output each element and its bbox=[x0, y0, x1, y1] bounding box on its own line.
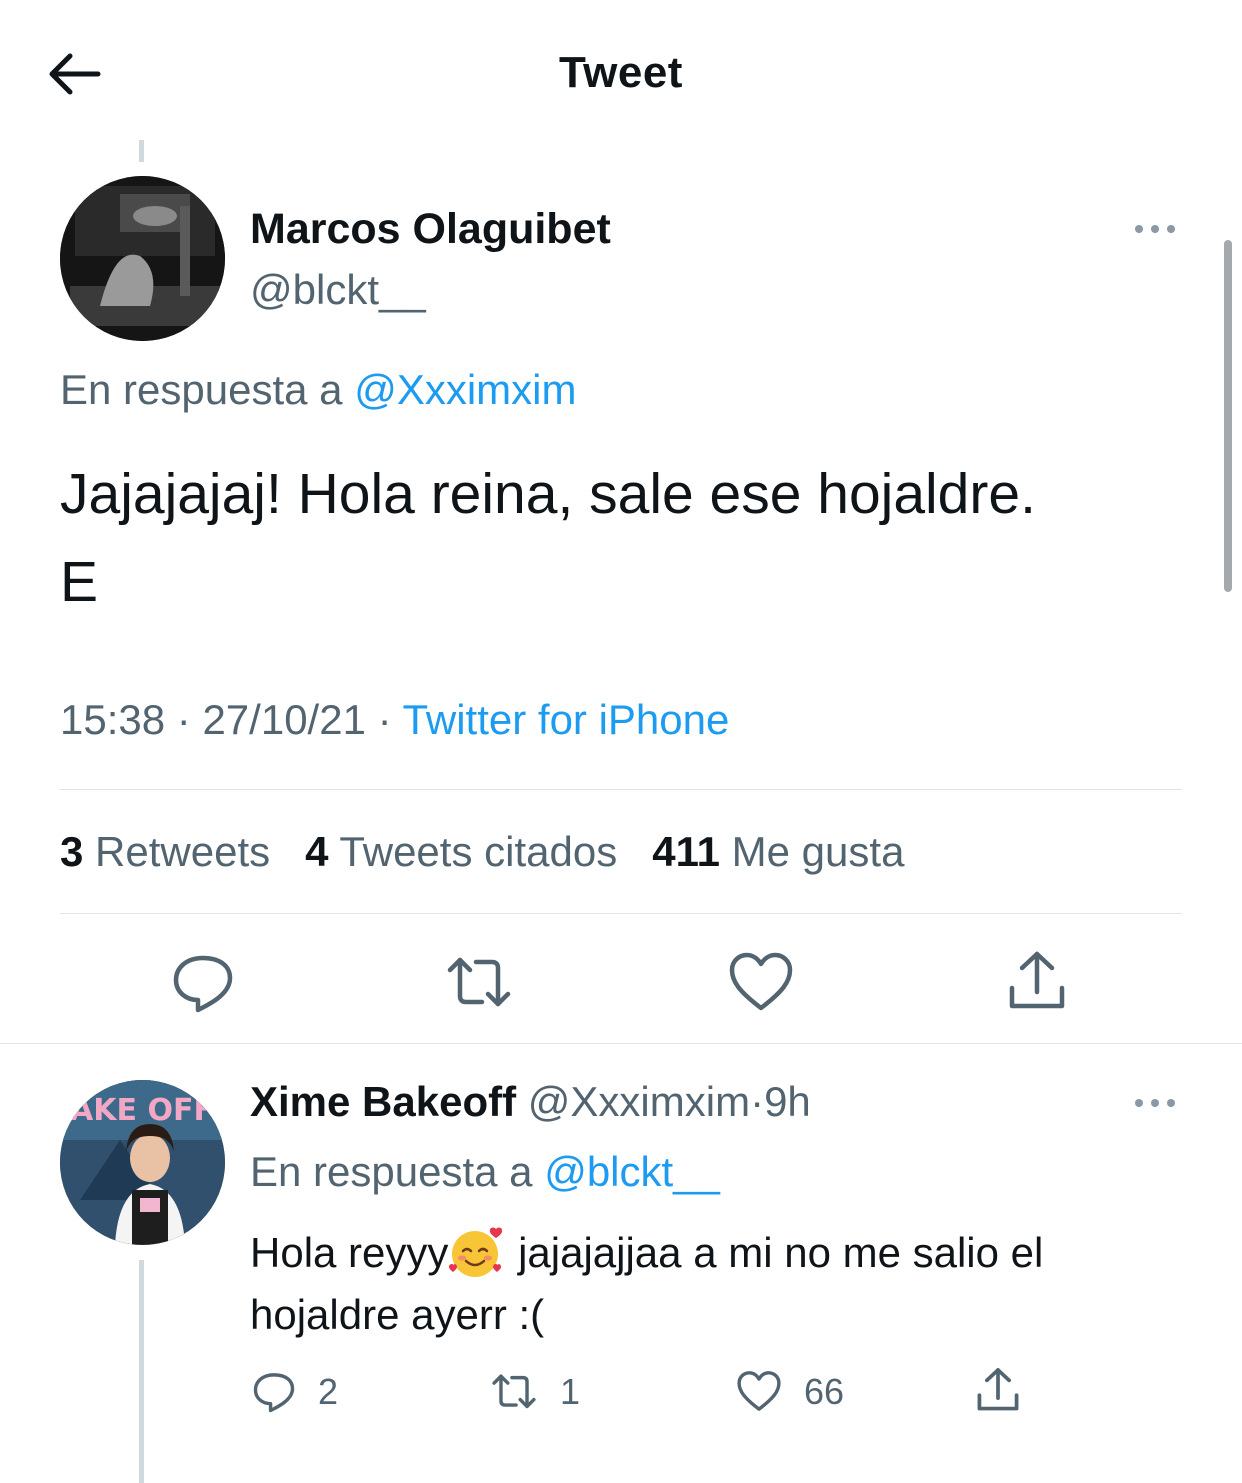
author-handle[interactable]: @blckt__ bbox=[250, 266, 426, 314]
author-name[interactable]: Xime Bakeoff bbox=[250, 1078, 516, 1125]
top-bar: Tweet bbox=[0, 0, 1242, 140]
meta-separator: · bbox=[176, 696, 191, 743]
tweet-text: Jajajajaj! Hola reina, sale ese hojaldre… bbox=[60, 450, 1190, 626]
meta-separator: · bbox=[377, 696, 392, 743]
more-options-icon[interactable] bbox=[1132, 1093, 1178, 1113]
tweet-date: 27/10/21 bbox=[202, 696, 366, 743]
meta-separator: · bbox=[750, 1078, 765, 1125]
avatar[interactable]: AKE OFF bbox=[60, 1080, 225, 1245]
page-title: Tweet bbox=[559, 48, 683, 97]
author-handle[interactable]: @Xxximxim bbox=[528, 1078, 750, 1125]
avatar[interactable] bbox=[60, 176, 225, 341]
author-name[interactable]: Marcos Olaguibet bbox=[250, 205, 611, 254]
divider bbox=[60, 913, 1182, 914]
reply-header: Xime Bakeoff @Xxximxim·9h bbox=[250, 1078, 811, 1126]
share-icon bbox=[977, 1368, 1019, 1411]
tweet-age: 9h bbox=[764, 1078, 811, 1125]
like-button[interactable]: 66 bbox=[734, 1366, 844, 1418]
avatar-badge-text: AKE OFF bbox=[70, 1093, 214, 1128]
reply-icon[interactable] bbox=[168, 948, 238, 1018]
like-heart-icon bbox=[737, 1371, 781, 1411]
tweet-text: Hola reyyy jajajajjaa a mi no me salio e… bbox=[250, 1222, 1190, 1346]
tweet-source-link[interactable]: Twitter for iPhone bbox=[403, 696, 730, 743]
replying-to-label: En respuesta a bbox=[60, 366, 343, 413]
replying-to-handle-link[interactable]: @Xxximxim bbox=[354, 366, 576, 413]
reply-icon bbox=[253, 1373, 295, 1413]
retweet-icon[interactable] bbox=[444, 948, 514, 1018]
like-count: 66 bbox=[804, 1371, 845, 1412]
thread-connector bbox=[139, 1260, 144, 1483]
more-options-icon[interactable] bbox=[1132, 219, 1178, 239]
replying-to: En respuesta a @blckt__ bbox=[250, 1148, 720, 1196]
tweet-text-segment: Hola reyyy bbox=[250, 1229, 449, 1276]
divider bbox=[60, 789, 1182, 790]
replying-to: En respuesta a @Xxximxim bbox=[60, 366, 576, 414]
thread-connector bbox=[139, 140, 144, 162]
smiling-face-with-hearts-icon bbox=[448, 1225, 506, 1279]
like-heart-icon[interactable] bbox=[726, 948, 796, 1018]
replying-to-label: En respuesta a bbox=[250, 1148, 533, 1195]
share-button[interactable] bbox=[972, 1364, 1024, 1416]
divider bbox=[0, 1043, 1242, 1044]
engagement-stats: 3 Retweets 4 Tweets citados 411 Me gusta bbox=[60, 828, 904, 876]
tweet-meta: 15:38 · 27/10/21 · Twitter for iPhone bbox=[60, 696, 729, 744]
retweet-button[interactable]: 1 bbox=[488, 1366, 580, 1418]
tweet-time: 15:38 bbox=[60, 696, 166, 743]
share-icon[interactable] bbox=[1002, 946, 1072, 1016]
reply-count: 2 bbox=[318, 1371, 339, 1412]
retweets-stat[interactable]: 3 Retweets bbox=[60, 828, 270, 875]
scrollbar[interactable] bbox=[1224, 240, 1232, 592]
likes-stat[interactable]: 411 Me gusta bbox=[652, 828, 904, 875]
replying-to-handle-link[interactable]: @blckt__ bbox=[544, 1148, 720, 1195]
tweet-text-line: E bbox=[60, 550, 99, 614]
retweet-count: 1 bbox=[560, 1371, 581, 1412]
quote-tweets-stat[interactable]: 4 Tweets citados bbox=[305, 828, 617, 875]
tweet-text-line: Jajajajaj! Hola reina, sale ese hojaldre… bbox=[60, 462, 1036, 526]
retweet-icon bbox=[492, 1374, 536, 1409]
reply-button[interactable]: 2 bbox=[250, 1366, 338, 1418]
